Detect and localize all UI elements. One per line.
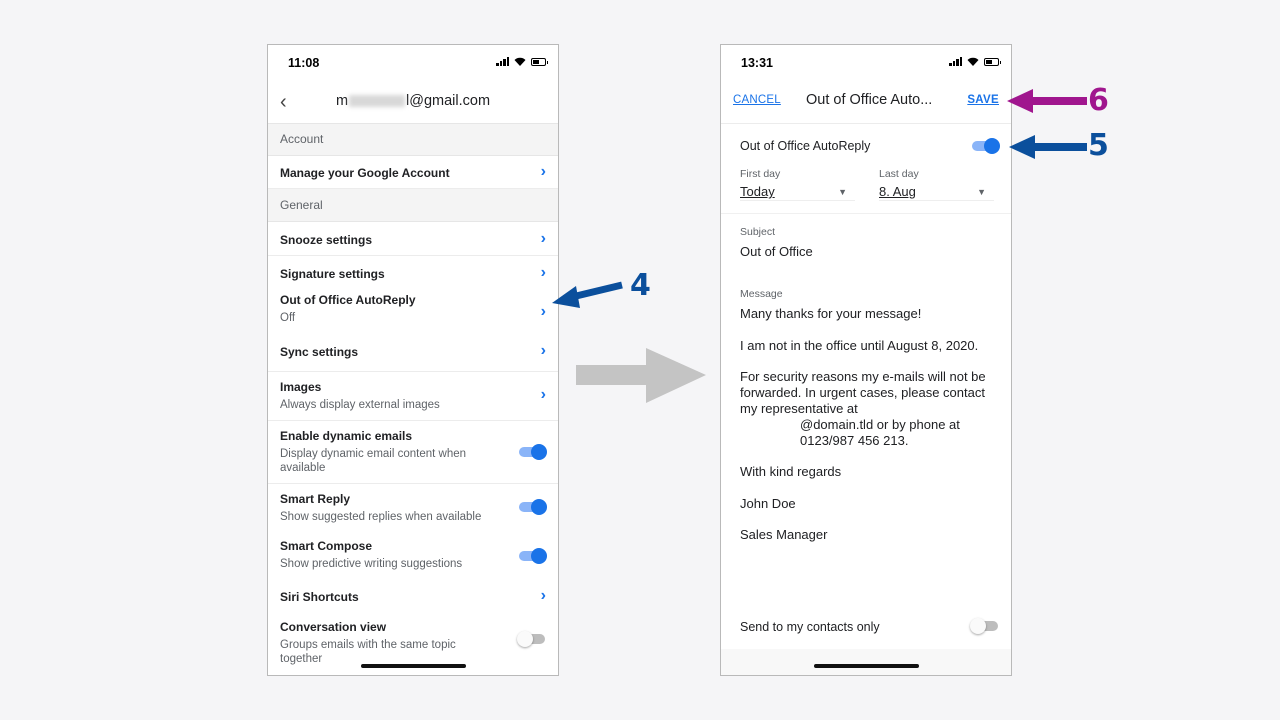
setting-signature[interactable]: Signature settings › (268, 256, 558, 288)
message-label: Message (740, 288, 783, 300)
chevron-right-icon[interactable]: › (541, 386, 546, 404)
chevron-right-icon[interactable]: › (541, 163, 546, 181)
wifi-icon (967, 57, 979, 66)
smart-compose-toggle[interactable] (517, 547, 547, 565)
last-day-dropdown[interactable]: 8. Aug ▼ (879, 184, 994, 201)
dynamic-emails-toggle[interactable] (517, 443, 547, 461)
setting-manage-google-account[interactable]: Manage your Google Account › (268, 156, 558, 189)
smart-reply-toggle[interactable] (517, 498, 547, 516)
chevron-right-icon[interactable]: › (541, 587, 546, 605)
conversation-view-toggle[interactable] (517, 630, 547, 648)
dropdown-arrow-icon: ▼ (977, 187, 986, 197)
out-of-office-editor-screen: 13:31 CANCEL Out of Office Auto... SAVE … (720, 44, 1012, 676)
status-time: 13:31 (741, 56, 773, 70)
subject-input[interactable]: Out of Office (721, 244, 1011, 259)
chevron-right-icon[interactable]: › (541, 303, 546, 321)
gmail-settings-screen: 11:08 ‹ m l@gmail.com Account Manage your… (267, 44, 559, 676)
transition-arrow-icon (576, 348, 706, 403)
out-of-office-status: Off (280, 312, 296, 324)
setting-images[interactable]: Images Always display external images › (268, 372, 558, 421)
chevron-right-icon[interactable]: › (541, 264, 546, 282)
date-range: First day Today ▼ Last day 8. Aug ▼ (721, 168, 1011, 214)
contacts-only-row: Send to my contacts only (721, 611, 1011, 641)
first-day-dropdown[interactable]: Today ▼ (740, 184, 855, 201)
section-header-general: General (268, 189, 558, 222)
chevron-right-icon[interactable]: › (541, 342, 546, 360)
message-input[interactable]: Many thanks for your message! I am not i… (721, 306, 1011, 543)
cancel-button[interactable]: CANCEL (733, 94, 781, 106)
redacted-text (349, 95, 406, 108)
status-bar: 11:08 (268, 45, 558, 81)
wifi-icon (514, 57, 526, 66)
subject-label: Subject (740, 226, 776, 238)
setting-conversation-view[interactable]: Conversation view Groups emails with the… (268, 613, 558, 665)
battery-icon (531, 57, 548, 66)
home-indicator (361, 664, 466, 668)
status-time: 11:08 (288, 56, 320, 70)
save-button[interactable]: SAVE (967, 94, 999, 106)
setting-smart-compose[interactable]: Smart Compose Show predictive writing su… (268, 533, 558, 581)
chevron-right-icon[interactable]: › (541, 230, 546, 248)
autoreply-row: Out of Office AutoReply (721, 124, 1011, 168)
setting-out-of-office[interactable]: Out of Office AutoReply Off › (268, 288, 558, 338)
setting-siri-shortcuts[interactable]: Siri Shortcuts › (268, 581, 558, 613)
signal-icon (949, 57, 962, 66)
setting-dynamic-emails[interactable]: Enable dynamic emails Display dynamic em… (268, 421, 558, 484)
autoreply-toggle[interactable] (970, 137, 1000, 155)
status-bar: 13:31 (721, 45, 1011, 81)
step-5-arrow-icon (1009, 135, 1087, 159)
battery-icon (984, 57, 1001, 66)
screen-title: Out of Office Auto... (806, 92, 933, 108)
step-5-label: 5 (1088, 128, 1109, 163)
nav-bar: ‹ m l@gmail.com (268, 81, 558, 124)
step-6-arrow-icon (1007, 89, 1087, 113)
first-day-field: First day Today ▼ (740, 168, 855, 201)
signal-icon (496, 57, 509, 66)
setting-snooze[interactable]: Snooze settings › (268, 222, 558, 256)
step-4-arrow-icon (552, 281, 623, 308)
setting-smart-reply[interactable]: Smart Reply Show suggested replies when … (268, 484, 558, 533)
step-4-label: 4 (630, 268, 651, 303)
contacts-only-toggle[interactable] (970, 617, 1000, 635)
setting-sync[interactable]: Sync settings › (268, 338, 558, 372)
autoreply-label: Out of Office AutoReply (740, 139, 871, 153)
step-6-label: 6 (1088, 83, 1109, 118)
account-email: m l@gmail.com (335, 93, 491, 109)
home-indicator (814, 664, 919, 668)
dropdown-arrow-icon: ▼ (838, 187, 847, 197)
section-header-account: Account (268, 124, 558, 156)
last-day-field: Last day 8. Aug ▼ (879, 168, 994, 201)
nav-bar: CANCEL Out of Office Auto... SAVE (721, 81, 1011, 124)
